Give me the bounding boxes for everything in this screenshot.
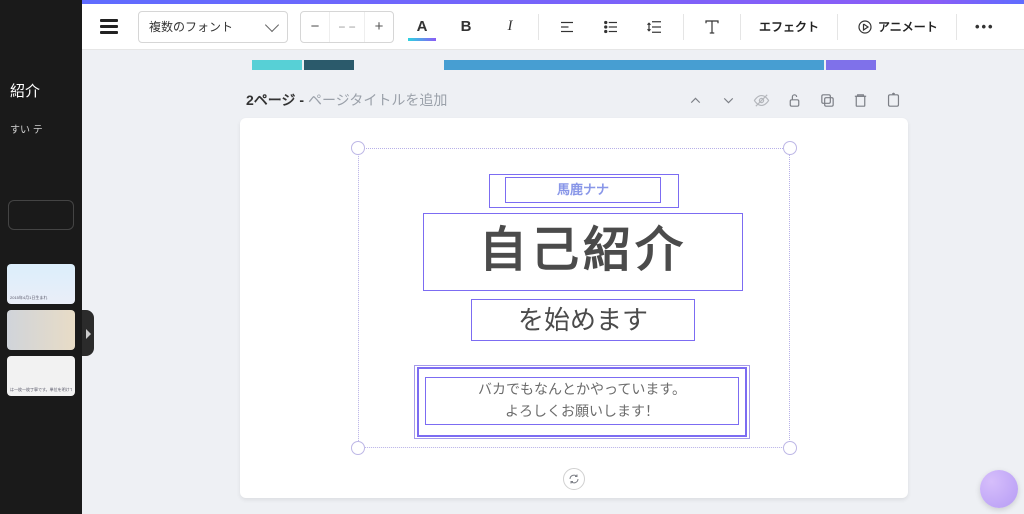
move-up-icon[interactable] [687, 92, 704, 109]
effects-button[interactable]: エフェクト [753, 11, 825, 43]
delete-icon[interactable] [852, 92, 869, 109]
separator [837, 14, 838, 40]
template-thumb-3[interactable]: は一枚一枚丁寧です。単位を明けて、今もよく。おはし・続けています。 [7, 356, 75, 396]
sidebar-title-fragment: 紹介 [6, 80, 76, 101]
spacing-icon [646, 18, 664, 36]
help-button[interactable] [980, 470, 1018, 508]
font-size-decrease[interactable]: − [301, 18, 329, 35]
duplicate-icon[interactable] [819, 92, 836, 109]
list-icon [602, 18, 620, 36]
page-title-hint: ページタイトルを追加 [308, 92, 447, 108]
sidebar-search-input[interactable] [8, 200, 74, 230]
text-color-button[interactable]: A [406, 11, 438, 43]
resize-handle-tr[interactable] [783, 141, 797, 155]
text-tool-button[interactable] [696, 11, 728, 43]
separator [538, 14, 539, 40]
refresh-button[interactable] [563, 468, 585, 490]
align-icon [558, 18, 576, 36]
subheading-textbox[interactable]: を始めます [471, 299, 695, 341]
add-page-icon[interactable] [885, 92, 902, 109]
font-size-group: − − − + [300, 11, 394, 43]
more-button[interactable]: ••• [969, 11, 1001, 43]
bold-button[interactable]: B [450, 11, 482, 43]
font-family-label: 複数のフォント [149, 18, 233, 35]
separator [956, 14, 957, 40]
font-family-select[interactable]: 複数のフォント [138, 11, 288, 43]
lock-icon[interactable] [786, 92, 803, 109]
chevron-down-icon [265, 18, 279, 32]
sidebar-desc-fragment: すい テ [6, 121, 76, 136]
font-size-increase[interactable]: + [365, 18, 393, 35]
selection-group[interactable]: 馬鹿ナナ 自己紹介 を始めます バカでもなんとかやっています。 よろしくお願いし… [358, 148, 790, 448]
page-tools [687, 92, 902, 109]
align-button[interactable] [551, 11, 583, 43]
canvas-area[interactable]: 2ページ - ページタイトルを追加 [82, 50, 1024, 514]
page-title-area[interactable]: 2ページ - ページタイトルを追加 [246, 90, 447, 110]
heading-textbox[interactable]: 自己紹介 [423, 213, 743, 291]
refresh-icon [568, 473, 580, 485]
main-area: 複数のフォント − − − + A B I [82, 0, 1024, 514]
resize-handle-bl[interactable] [351, 441, 365, 455]
menu-button[interactable] [92, 11, 126, 43]
slide-page[interactable]: 馬鹿ナナ 自己紹介 を始めます バカでもなんとかやっています。 よろしくお願いし… [240, 118, 908, 498]
move-down-icon[interactable] [720, 92, 737, 109]
left-sidebar: 紹介 すい テ 2015年4月1日生まれ は一枚一枚丁寧です。単位を明けて、今も… [0, 0, 82, 514]
resize-handle-br[interactable] [783, 441, 797, 455]
page-ribbons [240, 60, 908, 70]
name-textbox[interactable]: 馬鹿ナナ [505, 177, 661, 203]
page-number: 2ページ [246, 92, 296, 108]
spacing-button[interactable] [639, 11, 671, 43]
animate-icon [856, 18, 874, 36]
paragraph-textbox[interactable]: バカでもなんとかやっています。 よろしくお願いします！ [425, 377, 739, 425]
resize-handle-tl[interactable] [351, 141, 365, 155]
list-button[interactable] [595, 11, 627, 43]
sidebar-expand-tab[interactable] [82, 310, 94, 356]
animate-button[interactable]: アニメート [850, 11, 944, 43]
font-size-value[interactable]: − − [329, 12, 365, 42]
template-thumb-2[interactable] [7, 310, 75, 350]
text-tool-icon [703, 18, 721, 36]
toolbar: 複数のフォント − − − + A B I [82, 4, 1024, 50]
template-thumb-1[interactable]: 2015年4月1日生まれ [7, 264, 75, 304]
italic-button[interactable]: I [494, 11, 526, 43]
separator [683, 14, 684, 40]
separator [740, 14, 741, 40]
visibility-icon[interactable] [753, 92, 770, 109]
